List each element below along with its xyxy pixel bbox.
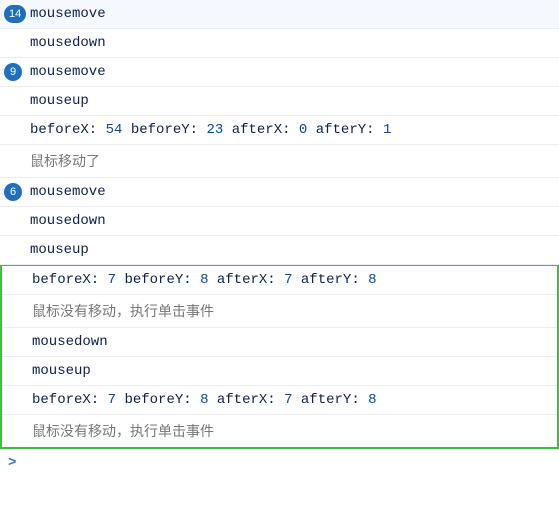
log-group-highlighted: beforeX: 7 beforeY: 8 afterX: 7 afterY: …	[0, 264, 559, 449]
kv-value: 7	[108, 272, 116, 288]
kv-value: 8	[368, 272, 376, 288]
kv-value: 8	[200, 272, 208, 288]
log-row: mousedown	[2, 328, 557, 357]
log-message: mouseup	[30, 242, 89, 258]
log-row: 鼠标没有移动，执行单击事件	[2, 415, 557, 447]
log-row: beforeX: 7 beforeY: 8 afterX: 7 afterY: …	[2, 386, 557, 415]
log-row: 9 mousemove	[0, 58, 559, 87]
kv-value: 8	[200, 392, 208, 408]
kv-value: 1	[383, 122, 391, 138]
log-row: mousedown	[0, 207, 559, 236]
kv-key: afterX:	[217, 392, 284, 408]
log-row: beforeX: 54 beforeY: 23 afterX: 0 afterY…	[0, 116, 559, 145]
count-badge: 14	[4, 5, 26, 23]
kv-key: beforeX:	[32, 392, 108, 408]
log-message: mouseup	[30, 93, 89, 109]
log-message: mouseup	[32, 363, 91, 379]
kv-value: 0	[299, 122, 307, 138]
kv-value: 7	[108, 392, 116, 408]
log-row: mouseup	[0, 236, 559, 265]
kv-key: afterY:	[301, 392, 368, 408]
kv-value: 8	[368, 392, 376, 408]
console-output: 14mousemovemousedown9mousemovemouseupbef…	[0, 0, 559, 477]
kv-key: afterY:	[316, 122, 383, 138]
log-group-main: 14mousemovemousedown9mousemovemouseupbef…	[0, 0, 559, 265]
kv-value: 54	[106, 122, 123, 138]
log-row: beforeX: 7 beforeY: 8 afterX: 7 afterY: …	[2, 266, 557, 295]
count-badge: 9	[4, 63, 22, 81]
log-message: 鼠标移动了	[30, 151, 100, 171]
kv-key: beforeY:	[124, 272, 200, 288]
kv-value: 7	[284, 392, 292, 408]
log-message: 鼠标没有移动，执行单击事件	[32, 301, 214, 321]
log-message: 鼠标没有移动，执行单击事件	[32, 421, 214, 441]
kv-key: afterY:	[301, 272, 368, 288]
kv-value: 23	[206, 122, 223, 138]
kv-key: beforeY:	[131, 122, 207, 138]
log-keyvalue: beforeX: 7 beforeY: 8 afterX: 7 afterY: …	[32, 272, 377, 288]
log-message: mousemove	[30, 64, 106, 80]
log-row: mousedown	[0, 29, 559, 58]
log-message: mousedown	[32, 334, 108, 350]
log-row: mouseup	[0, 87, 559, 116]
kv-value: 7	[284, 272, 292, 288]
count-badge: 6	[4, 183, 22, 201]
log-message: mousedown	[30, 213, 106, 229]
log-row: 鼠标移动了	[0, 145, 559, 178]
log-message: mousemove	[30, 184, 106, 200]
log-row: 14mousemove	[0, 0, 559, 29]
kv-key: afterX:	[217, 272, 284, 288]
log-message: mousedown	[30, 35, 106, 51]
console-prompt[interactable]: >	[0, 449, 559, 477]
kv-key: beforeX:	[32, 272, 108, 288]
log-row: 6 mousemove	[0, 178, 559, 207]
log-row: 鼠标没有移动，执行单击事件	[2, 295, 557, 328]
log-message: mousemove	[30, 6, 106, 22]
kv-key: beforeY:	[124, 392, 200, 408]
log-keyvalue: beforeX: 54 beforeY: 23 afterX: 0 afterY…	[30, 122, 391, 138]
log-row: mouseup	[2, 357, 557, 386]
kv-key: afterX:	[232, 122, 299, 138]
kv-key: beforeX:	[30, 122, 106, 138]
log-keyvalue: beforeX: 7 beforeY: 8 afterX: 7 afterY: …	[32, 392, 377, 408]
